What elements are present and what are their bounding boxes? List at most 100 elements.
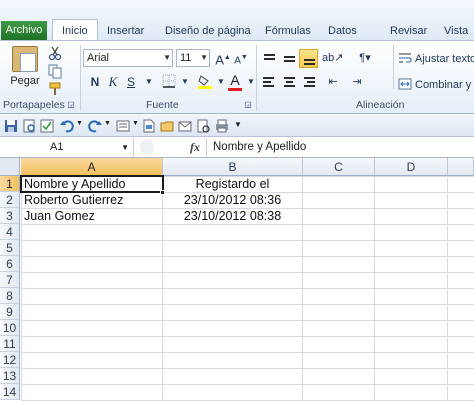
copy-button[interactable]	[46, 63, 64, 81]
column-header-b[interactable]: B	[163, 158, 303, 176]
quick-access-toolbar: ▼ ▼ ▼ ▼	[0, 115, 474, 137]
grow-font-button[interactable]: A▲	[214, 49, 232, 67]
open-folder-icon[interactable]	[160, 119, 174, 133]
align-center-button[interactable]	[280, 73, 299, 92]
form-dropdown[interactable]: ▼	[132, 120, 139, 127]
form-icon[interactable]	[116, 119, 130, 133]
wrap-text-button[interactable]: Ajustar texto	[398, 51, 474, 65]
cell-b2[interactable]: 23/10/2012 08:36	[163, 192, 302, 208]
tab-diseno-pagina[interactable]: Diseño de página	[165, 23, 251, 40]
shrink-font-icon: A	[234, 55, 241, 67]
tab-insertar[interactable]: Insertar	[107, 23, 144, 40]
chevron-down-icon: ▼	[217, 77, 225, 86]
tab-formulas[interactable]: Fórmulas	[265, 23, 311, 40]
align-bottom-button[interactable]	[299, 49, 318, 68]
merge-cells-icon	[398, 78, 412, 90]
row-header-4[interactable]: 4	[0, 224, 20, 240]
spelling-icon[interactable]	[40, 119, 54, 133]
font-size-combo[interactable]: 11 ▼	[176, 49, 210, 67]
print-icon[interactable]	[215, 119, 229, 133]
row-header-1[interactable]: 1	[0, 176, 20, 192]
redo-dropdown[interactable]: ▼	[104, 120, 111, 127]
tab-revisar[interactable]: Revisar	[390, 23, 427, 40]
align-middle-button[interactable]	[280, 49, 299, 68]
formula-bar: A1 ▼ fx Nombre y Apellido	[0, 137, 474, 158]
bold-button[interactable]: N	[86, 73, 104, 91]
name-box[interactable]: A1 ▼	[0, 138, 134, 157]
row-header-9[interactable]: 9	[0, 304, 20, 320]
print-preview-icon[interactable]	[22, 119, 36, 133]
customize-toolbar-dropdown[interactable]: ▼	[234, 120, 242, 129]
align-top-button[interactable]	[260, 49, 279, 68]
redo-icon[interactable]	[88, 119, 102, 133]
tab-inicio[interactable]: Inicio	[52, 19, 98, 41]
cell-b1[interactable]: Registardo el	[163, 176, 302, 192]
increase-indent-button[interactable]: ⇥	[348, 73, 366, 91]
cell-a2[interactable]: Roberto Gutierrez	[24, 192, 162, 208]
paragraph-rtl-icon: ¶▾	[359, 52, 371, 64]
fill-handle[interactable]	[160, 190, 165, 195]
font-size-value: 11	[180, 52, 192, 64]
select-all-corner[interactable]	[0, 158, 20, 176]
new-document-icon[interactable]	[142, 119, 156, 133]
row-header-7[interactable]: 7	[0, 272, 20, 288]
group-label-fuente: Fuente	[146, 99, 179, 111]
row-header-5[interactable]: 5	[0, 240, 20, 256]
insert-function-button[interactable]: fx	[190, 138, 200, 157]
formula-input[interactable]: Nombre y Apellido	[206, 138, 306, 157]
align-right-button[interactable]	[299, 73, 318, 92]
formula-bar-handle[interactable]	[140, 139, 154, 155]
quick-print-preview-icon[interactable]	[196, 119, 210, 133]
row-header-11[interactable]: 11	[0, 336, 20, 352]
cell-a3[interactable]: Juan Gomez	[24, 208, 162, 224]
column-header-e[interactable]	[448, 158, 474, 176]
cell-b3[interactable]: 23/10/2012 08:38	[163, 208, 302, 224]
ribbon-tab-row: Archivo Inicio Insertar Diseño de página…	[0, 0, 474, 41]
row-header-12[interactable]: 12	[0, 352, 20, 368]
underline-dropdown[interactable]: ▼	[140, 73, 158, 91]
column-header-d[interactable]: D	[375, 158, 448, 176]
cell-area[interactable]: Nombre y Apellido Registardo el Roberto …	[20, 175, 474, 401]
email-icon[interactable]	[178, 119, 192, 133]
row-header-8[interactable]: 8	[0, 288, 20, 304]
save-icon[interactable]	[4, 119, 18, 133]
undo-dropdown[interactable]: ▼	[76, 120, 83, 127]
tab-vista[interactable]: Vista	[444, 23, 468, 40]
row-header-10[interactable]: 10	[0, 320, 20, 336]
cut-button[interactable]	[46, 45, 64, 63]
font-launcher-icon[interactable]: ◲	[243, 99, 253, 111]
chevron-down-icon: ▼	[163, 53, 171, 62]
rtl-button[interactable]: ¶▾	[356, 49, 374, 67]
row-header-2[interactable]: 2	[0, 192, 20, 208]
copy-icon	[48, 64, 62, 79]
group-separator	[256, 45, 257, 111]
tab-datos[interactable]: Datos	[328, 23, 357, 40]
chevron-down-icon: ▼	[181, 77, 189, 86]
wrap-text-label: Ajustar texto	[415, 53, 474, 65]
row-header-13[interactable]: 13	[0, 368, 20, 384]
italic-button[interactable]: K	[104, 73, 122, 91]
column-header-c[interactable]: C	[303, 158, 375, 176]
font-color-dropdown[interactable]: ▼	[242, 73, 260, 91]
shrink-font-button[interactable]: A▼	[232, 49, 250, 67]
grow-font-icon: A	[215, 52, 224, 68]
paste-button[interactable]: Pegar	[6, 44, 44, 94]
decrease-indent-button[interactable]: ⇤	[324, 73, 342, 91]
column-header-a[interactable]: A	[21, 158, 163, 176]
row-header-6[interactable]: 6	[0, 256, 20, 272]
orientation-button[interactable]: ab↗	[322, 49, 343, 67]
format-painter-button[interactable]	[46, 81, 64, 99]
undo-icon[interactable]	[60, 119, 74, 133]
row-header-14[interactable]: 14	[0, 384, 20, 400]
font-name-value: Arial	[87, 52, 110, 64]
underline-button[interactable]: S	[122, 73, 140, 91]
align-left-button[interactable]	[260, 73, 279, 92]
chevron-down-icon: ▼	[76, 120, 83, 127]
clipboard-launcher-icon[interactable]: ◲	[66, 99, 76, 111]
row-header-3[interactable]: 3	[0, 208, 20, 224]
merge-center-label: Combinar y c	[415, 79, 474, 91]
font-name-combo[interactable]: Arial ▼	[83, 49, 173, 67]
merge-center-button[interactable]: Combinar y c	[398, 77, 474, 91]
tab-archivo[interactable]: Archivo	[1, 21, 47, 40]
borders-dropdown[interactable]: ▼	[176, 73, 194, 91]
